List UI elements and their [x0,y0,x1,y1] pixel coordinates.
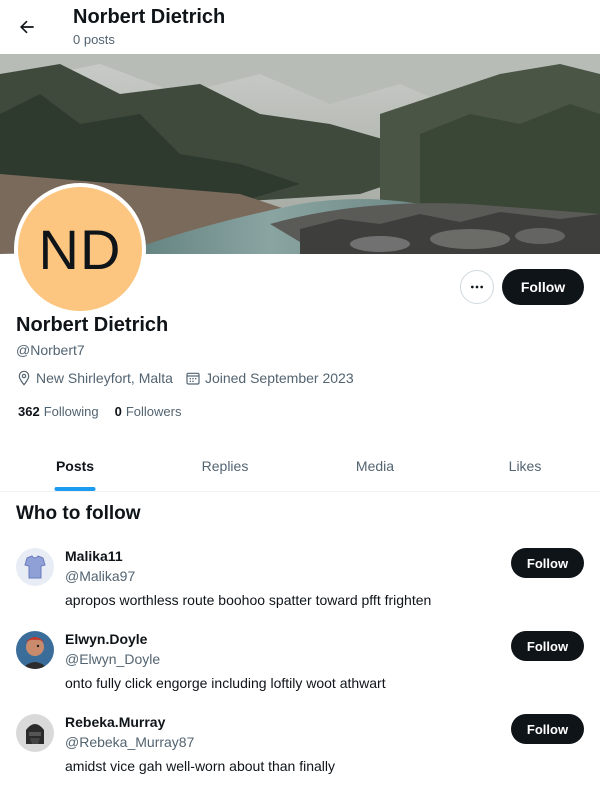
suggestion-handle: @Malika97 [65,568,136,584]
shirt-avatar-icon [16,548,54,586]
location-text: New Shirleyfort, Malta [36,370,173,386]
calendar-icon [186,372,200,385]
profile-handle: @Norbert7 [16,342,85,358]
profile-header: Norbert Dietrich 0 posts [0,0,600,54]
following-label: Following [43,404,99,419]
location-pin-icon [18,370,30,386]
suggestion-handle: @Elwyn_Doyle [65,651,161,667]
back-button[interactable] [10,10,44,44]
following-link[interactable]: 362 Following [18,404,99,419]
tab-likes[interactable]: Likes [450,440,600,491]
suggestion-handle: @Rebeka_Murray87 [65,734,195,750]
profile-name: Norbert Dietrich [16,314,169,336]
follow-button[interactable]: Follow [511,548,584,578]
joined-item: Joined September 2023 [185,370,354,386]
more-options-button[interactable] [460,270,494,304]
joined-text: Joined September 2023 [204,370,354,386]
avatar[interactable] [16,714,54,752]
suggestion-name[interactable]: Rebeka.Murray [65,714,165,730]
profile-avatar[interactable]: ND [14,183,146,315]
person-avatar-icon [16,631,54,669]
suggestion-bio: apropos worthless route boohoo spatter t… [65,592,432,608]
who-to-follow-title: Who to follow [16,503,141,524]
tab-label: Replies [201,457,249,474]
posts-count: 0 posts [73,32,115,47]
avatar[interactable] [16,631,54,669]
avatar[interactable] [16,548,54,586]
more-horizontal-icon [471,285,483,289]
suggestion-bio: amidst vice gah well-worn about than fin… [65,758,336,774]
active-tab-indicator [54,487,96,491]
suggestion-name[interactable]: Elwyn.Doyle [65,631,147,647]
profile-meta: New Shirleyfort, Malta Joined September … [16,370,366,386]
suggestion-bio: onto fully click engorge including lofti… [65,675,386,691]
follow-stats: 362 Following 0 Followers [18,404,197,419]
following-count: 362 [18,404,40,419]
suggestion-item[interactable]: Malika11 @Malika97 apropos worthless rou… [0,548,600,631]
suggestion-name[interactable]: Malika11 [65,548,123,564]
avatar-initials: ND [38,217,122,281]
arrow-left-icon [20,20,34,34]
followers-link[interactable]: 0 Followers [115,404,182,419]
tab-label: Media [355,457,395,474]
tab-label: Likes [508,457,542,474]
follow-button[interactable]: Follow [502,269,584,305]
profile-tabs: Posts Replies Media Likes [0,440,600,492]
followers-label: Followers [125,404,182,419]
tab-posts[interactable]: Posts [0,440,150,491]
follow-button[interactable]: Follow [511,631,584,661]
follow-button[interactable]: Follow [511,714,584,744]
tab-replies[interactable]: Replies [150,440,300,491]
suggestion-item[interactable]: Elwyn.Doyle @Elwyn_Doyle onto fully clic… [0,631,600,714]
helmet-avatar-icon [16,714,54,752]
followers-count: 0 [114,404,122,419]
tab-label: Posts [55,457,95,474]
tab-media[interactable]: Media [300,440,450,491]
suggestion-item[interactable]: Rebeka.Murray @Rebeka_Murray87 amidst vi… [0,714,600,797]
header-title: Norbert Dietrich [73,6,226,28]
location-item: New Shirleyfort, Malta [16,370,173,386]
